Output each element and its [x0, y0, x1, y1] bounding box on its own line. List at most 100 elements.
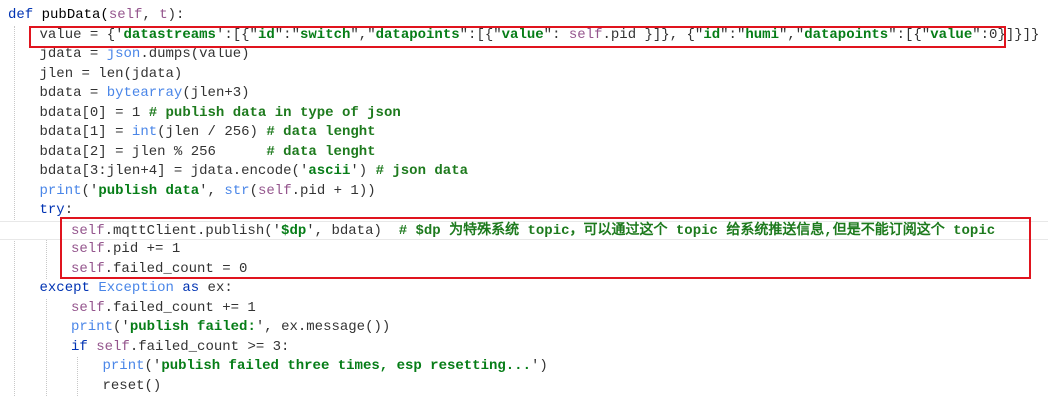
code-token: publish data [98, 182, 200, 199]
code-token: ') [531, 358, 548, 374]
code-token: switch [299, 26, 351, 43]
code-line[interactable]: bdata[2] = jlen % 256 # data lenght [0, 143, 1048, 163]
code-token: self [71, 260, 105, 277]
code-token: Exception [98, 280, 174, 296]
code-token: # data lenght [266, 143, 376, 160]
code-line[interactable]: value = {'datastreams':[{"id":"switch","… [0, 26, 1048, 46]
code-token: publish failed three times, esp resettin… [161, 358, 531, 374]
code-token: ":" [720, 26, 746, 43]
code-line[interactable]: bdata[0] = 1 # publish data in type of j… [0, 104, 1048, 124]
code-token: print [71, 319, 114, 335]
code-token: str [224, 182, 250, 199]
code-line[interactable]: bdata = bytearray(jlen+3) [0, 84, 1048, 104]
code-token: ":[{" [888, 26, 931, 43]
code-token: , [142, 7, 160, 23]
code-token: "," [778, 26, 805, 43]
code-token: .pid += 1 [104, 241, 181, 257]
code-token: : [64, 202, 74, 218]
code-token: bdata[1] = [39, 124, 132, 140]
code-line[interactable]: self.pid += 1 [0, 240, 1048, 260]
code-token: try [39, 202, 65, 218]
code-token: humi [745, 26, 779, 43]
code-token: # $dp 为特殊系统 topic，可以通过这个 topic 给系统推送信息,但… [398, 222, 996, 239]
code-token: .failed_count += 1 [104, 299, 256, 316]
code-token: self [71, 222, 105, 239]
code-token: .pid }]}, {" [602, 26, 704, 43]
code-token: print [102, 358, 145, 374]
code-token: self [108, 7, 143, 23]
code-token: bdata[2] = jlen % 256 [39, 143, 267, 160]
code-token: t [159, 7, 168, 23]
code-token: as [173, 280, 208, 296]
code-line[interactable]: self.failed_count += 1 [0, 299, 1048, 319]
code-line[interactable]: print('publish failed:', ex.message()) [0, 318, 1048, 338]
code-token: self [71, 241, 105, 257]
code-token: id [257, 26, 275, 43]
code-token: if [71, 338, 97, 355]
code-token: ":" [274, 26, 300, 43]
code-token: self [258, 182, 292, 199]
code-line[interactable]: reset() [0, 377, 1048, 397]
code-token: bdata[3:jlen+4] = jdata.encode(' [39, 163, 309, 179]
code-line[interactable]: try: [0, 201, 1048, 221]
code-token: bytearray [106, 85, 183, 101]
code-line[interactable]: bdata[1] = int(jlen / 256) # data lenght [0, 123, 1048, 143]
code-line[interactable]: self.failed_count = 0 [0, 260, 1048, 280]
code-token: ex: [207, 280, 233, 296]
code-token: ':[{" [215, 26, 258, 43]
code-token: self [568, 26, 603, 43]
code-token: publish failed: [129, 319, 256, 335]
code-token: datastreams [123, 26, 216, 43]
code-token: jdata = [39, 46, 107, 62]
code-token: except [39, 280, 99, 296]
code-token: .failed_count >= 3: [129, 338, 290, 355]
code-token: ): [167, 7, 185, 23]
code-token: .failed_count = 0 [104, 260, 248, 277]
code-token: ":[{" [459, 26, 502, 43]
code-token: jlen = len(jdata) [39, 65, 183, 82]
code-token: ": [543, 26, 569, 43]
code-line[interactable]: self.mqttClient.publish('$dp', bdata) # … [0, 220, 1048, 240]
code-line[interactable]: def pubData(self, t): [0, 6, 1048, 26]
code-token: int [131, 124, 158, 140]
code-token: json [106, 46, 141, 62]
code-token: ascii [308, 163, 351, 179]
code-token: .mqttClient.publish(' [104, 222, 282, 239]
code-token: self [96, 338, 130, 355]
code-token: # publish data in type of json [148, 104, 401, 121]
code-token: bdata[0] = 1 [39, 104, 149, 121]
code-token: .dumps(value) [140, 46, 250, 62]
code-line[interactable]: jdata = json.dumps(value) [0, 45, 1048, 65]
code-token: datapoints [375, 26, 460, 43]
code-token: # json data [375, 163, 468, 179]
code-line[interactable]: if self.failed_count >= 3: [0, 338, 1048, 358]
code-token: pubData( [41, 7, 109, 23]
code-line[interactable]: except Exception as ex: [0, 279, 1048, 299]
code-token: .pid + 1)) [291, 182, 376, 199]
code-token: # data lenght [266, 124, 376, 140]
code-token: value = {' [39, 26, 124, 43]
code-token: datapoints [804, 26, 889, 43]
code-token: ', [199, 182, 225, 199]
code-token: reset() [102, 377, 162, 394]
code-token: id [703, 26, 721, 43]
code-line[interactable]: print('publish data', str(self.pid + 1)) [0, 182, 1048, 202]
code-token: ":0}]}]} [972, 26, 1040, 43]
code-line[interactable]: bdata[3:jlen+4] = jdata.encode('ascii') … [0, 162, 1048, 182]
code-token: bdata = [39, 85, 107, 101]
code-token: ( [249, 182, 258, 199]
code-token: (' [144, 358, 162, 374]
code-line[interactable]: jlen = len(jdata) [0, 65, 1048, 85]
code-token: $dp [281, 222, 307, 239]
code-editor[interactable]: def pubData(self, t): value = {'datastrea… [0, 0, 1048, 401]
code-line[interactable]: print('publish failed three times, esp r… [0, 357, 1048, 377]
code-token: ', bdata) [306, 222, 399, 239]
code-token: (' [81, 182, 99, 199]
code-token: (jlen / 256) [157, 124, 267, 140]
code-token: self [71, 299, 105, 316]
code-token: value [930, 26, 973, 43]
code-token: "," [350, 26, 376, 43]
code-token: def [8, 7, 42, 23]
code-token: ') [350, 163, 376, 179]
code-token: (jlen+3) [182, 85, 250, 101]
